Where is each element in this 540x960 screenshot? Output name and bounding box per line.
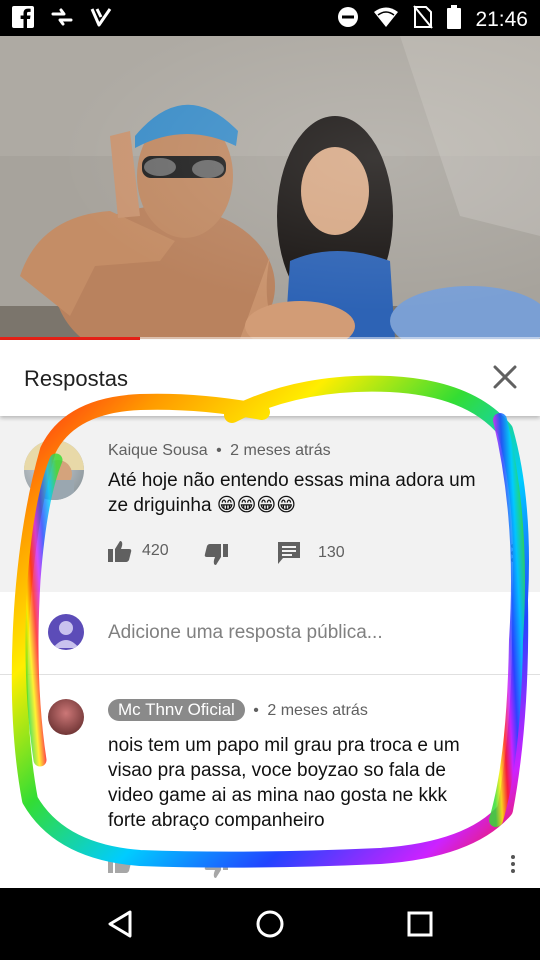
avatar[interactable]	[24, 440, 84, 500]
reply-time: 2 meses atrás	[267, 702, 368, 719]
replies-panel-header: Respostas	[0, 340, 540, 416]
home-icon[interactable]	[255, 909, 285, 944]
thumbs-down-icon	[204, 544, 228, 565]
channel-owner-badge[interactable]: Mc Thnv Oficial	[108, 699, 245, 721]
reply-count: 130	[318, 544, 345, 561]
reply-text: nois tem um papo mil grau pra troca e um…	[108, 733, 528, 833]
like-count: 3/4	[142, 853, 165, 870]
user-avatar-icon	[48, 614, 84, 650]
thumbs-up-icon	[108, 541, 132, 562]
dislike-button[interactable]	[204, 544, 228, 566]
avatar[interactable]	[48, 699, 84, 735]
add-reply-row[interactable]: Adicione uma resposta pública...	[0, 592, 540, 675]
back-icon[interactable]	[106, 910, 134, 943]
reply-text-line: visao pra passa, voce boyzao so fala de	[108, 760, 446, 781]
clock: 21:46	[475, 7, 528, 31]
comment-text: Até hoje não entendo essas mina adora um…	[108, 468, 518, 518]
sync-arrows-icon	[50, 6, 74, 28]
reply-comment: Mc Thnv Oficial • 2 meses atrás nois tem…	[0, 675, 540, 887]
like-count: 420	[142, 542, 169, 559]
comment-text-line: ze driguinha 😁😁😁😁	[108, 495, 297, 516]
panel-title: Respostas	[24, 366, 128, 391]
comment-text-line: Até hoje não entendo essas mina adora um	[108, 470, 476, 491]
no-sim-icon	[413, 5, 434, 34]
reply-author-line: Mc Thnv Oficial • 2 meses atrás	[108, 699, 368, 721]
wifi-icon	[373, 6, 399, 33]
comment-icon	[278, 542, 300, 564]
more-options-icon[interactable]	[510, 855, 516, 875]
more-options-icon[interactable]	[510, 544, 516, 564]
battery-icon	[447, 5, 462, 34]
video-overlay	[0, 36, 540, 339]
thumbs-down-icon	[204, 857, 228, 878]
close-button[interactable]	[492, 364, 518, 390]
status-bar: 21:46	[0, 0, 540, 36]
video-player[interactable]	[0, 36, 540, 339]
separator-dot: •	[253, 702, 259, 719]
comment-author[interactable]: Kaique Sousa	[108, 442, 208, 459]
reply-text-line: video game ai as mina nao gosta ne kkk	[108, 785, 448, 806]
comment-author-line: Kaique Sousa • 2 meses atrás	[108, 442, 331, 460]
separator-dot: •	[216, 442, 222, 459]
check-v-icon	[90, 6, 112, 28]
parent-comment: Kaique Sousa • 2 meses atrás Até hoje nã…	[0, 416, 540, 592]
like-button[interactable]: 3/4	[108, 851, 164, 873]
recents-icon[interactable]	[407, 911, 433, 942]
thumbs-up-icon	[108, 852, 132, 873]
reply-text-line: nois tem um papo mil grau pra troca e um	[108, 735, 460, 756]
dislike-button[interactable]	[204, 857, 228, 879]
facebook-icon	[12, 6, 34, 28]
close-icon	[493, 365, 517, 389]
reply-input[interactable]: Adicione uma resposta pública...	[108, 622, 383, 644]
like-button[interactable]: 420	[108, 540, 169, 562]
comment-time: 2 meses atrás	[230, 442, 331, 459]
navigation-bar	[0, 888, 540, 960]
reply-text-line: forte abraço companheiro	[108, 810, 325, 831]
reply-count-button[interactable]: 130	[278, 542, 345, 564]
do-not-disturb-icon	[337, 6, 359, 33]
